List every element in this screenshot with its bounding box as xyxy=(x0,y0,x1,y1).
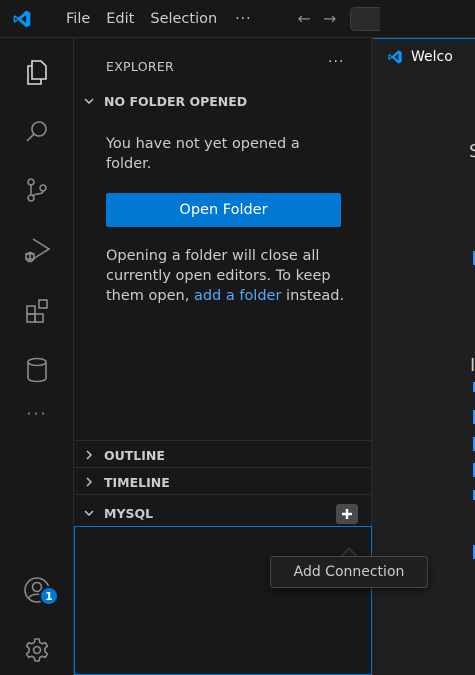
vscode-logo-icon xyxy=(387,49,403,65)
run-debug-icon[interactable] xyxy=(0,230,74,270)
settings-gear-icon[interactable] xyxy=(0,632,74,668)
welcome-heading-fragment: S xyxy=(469,141,475,162)
plus-icon xyxy=(342,509,352,519)
menu-more-button[interactable]: ··· xyxy=(225,11,261,27)
chevron-down-icon xyxy=(74,507,104,519)
section-title: OUTLINE xyxy=(104,447,165,463)
section-outline[interactable]: OUTLINE xyxy=(74,443,372,467)
chevron-right-icon xyxy=(74,476,104,488)
chevron-down-icon xyxy=(74,95,104,107)
menu-file[interactable]: File xyxy=(44,0,98,38)
add-connection-button[interactable] xyxy=(336,504,358,524)
activity-bar: ··· 1 xyxy=(0,38,74,675)
menu-selection[interactable]: Selection xyxy=(142,0,225,38)
tab-label: Welco xyxy=(411,48,453,65)
open-folder-button[interactable]: Open Folder xyxy=(106,193,341,227)
section-title: TIMELINE xyxy=(104,474,170,490)
info-text-after: instead. xyxy=(286,288,345,304)
add-folder-link[interactable]: add a folder xyxy=(194,288,282,304)
nav-forward-button[interactable]: → xyxy=(317,9,342,28)
extensions-icon[interactable] xyxy=(0,292,74,328)
more-icon[interactable]: ··· xyxy=(0,398,74,428)
menu-edit[interactable]: Edit xyxy=(98,0,142,38)
command-center[interactable] xyxy=(350,6,381,31)
accounts-icon[interactable] xyxy=(0,570,74,610)
explorer-more-button[interactable]: ··· xyxy=(328,54,344,70)
accounts-badge: 1 xyxy=(39,586,59,606)
search-icon[interactable] xyxy=(0,114,74,150)
nav-back-button[interactable]: ← xyxy=(292,9,317,28)
section-divider xyxy=(74,440,372,441)
section-divider xyxy=(74,467,372,468)
section-divider xyxy=(74,494,372,495)
vscode-logo-icon xyxy=(0,0,44,38)
opening-folder-info: Opening a folder will close all currentl… xyxy=(106,246,346,306)
section-mysql[interactable]: MYSQL xyxy=(74,501,372,525)
tab-welcome[interactable]: Welco xyxy=(373,38,475,74)
explorer-header: EXPLORER xyxy=(106,59,175,74)
database-icon[interactable] xyxy=(0,352,74,388)
mysql-panel[interactable] xyxy=(74,526,372,675)
section-title: MYSQL xyxy=(104,505,154,521)
title-bar: File Edit Selection ··· ← → xyxy=(0,0,475,38)
section-title: NO FOLDER OPENED xyxy=(104,93,248,109)
source-control-icon[interactable] xyxy=(0,172,74,208)
section-no-folder-opened[interactable]: NO FOLDER OPENED xyxy=(74,89,372,113)
no-folder-message: You have not yet opened a folder. xyxy=(106,136,300,172)
add-connection-tooltip: Add Connection xyxy=(270,556,428,588)
chevron-right-icon xyxy=(74,449,104,461)
explorer-icon[interactable] xyxy=(0,54,74,90)
section-timeline[interactable]: TIMELINE xyxy=(74,470,372,494)
welcome-heading-fragment: I xyxy=(470,355,475,376)
